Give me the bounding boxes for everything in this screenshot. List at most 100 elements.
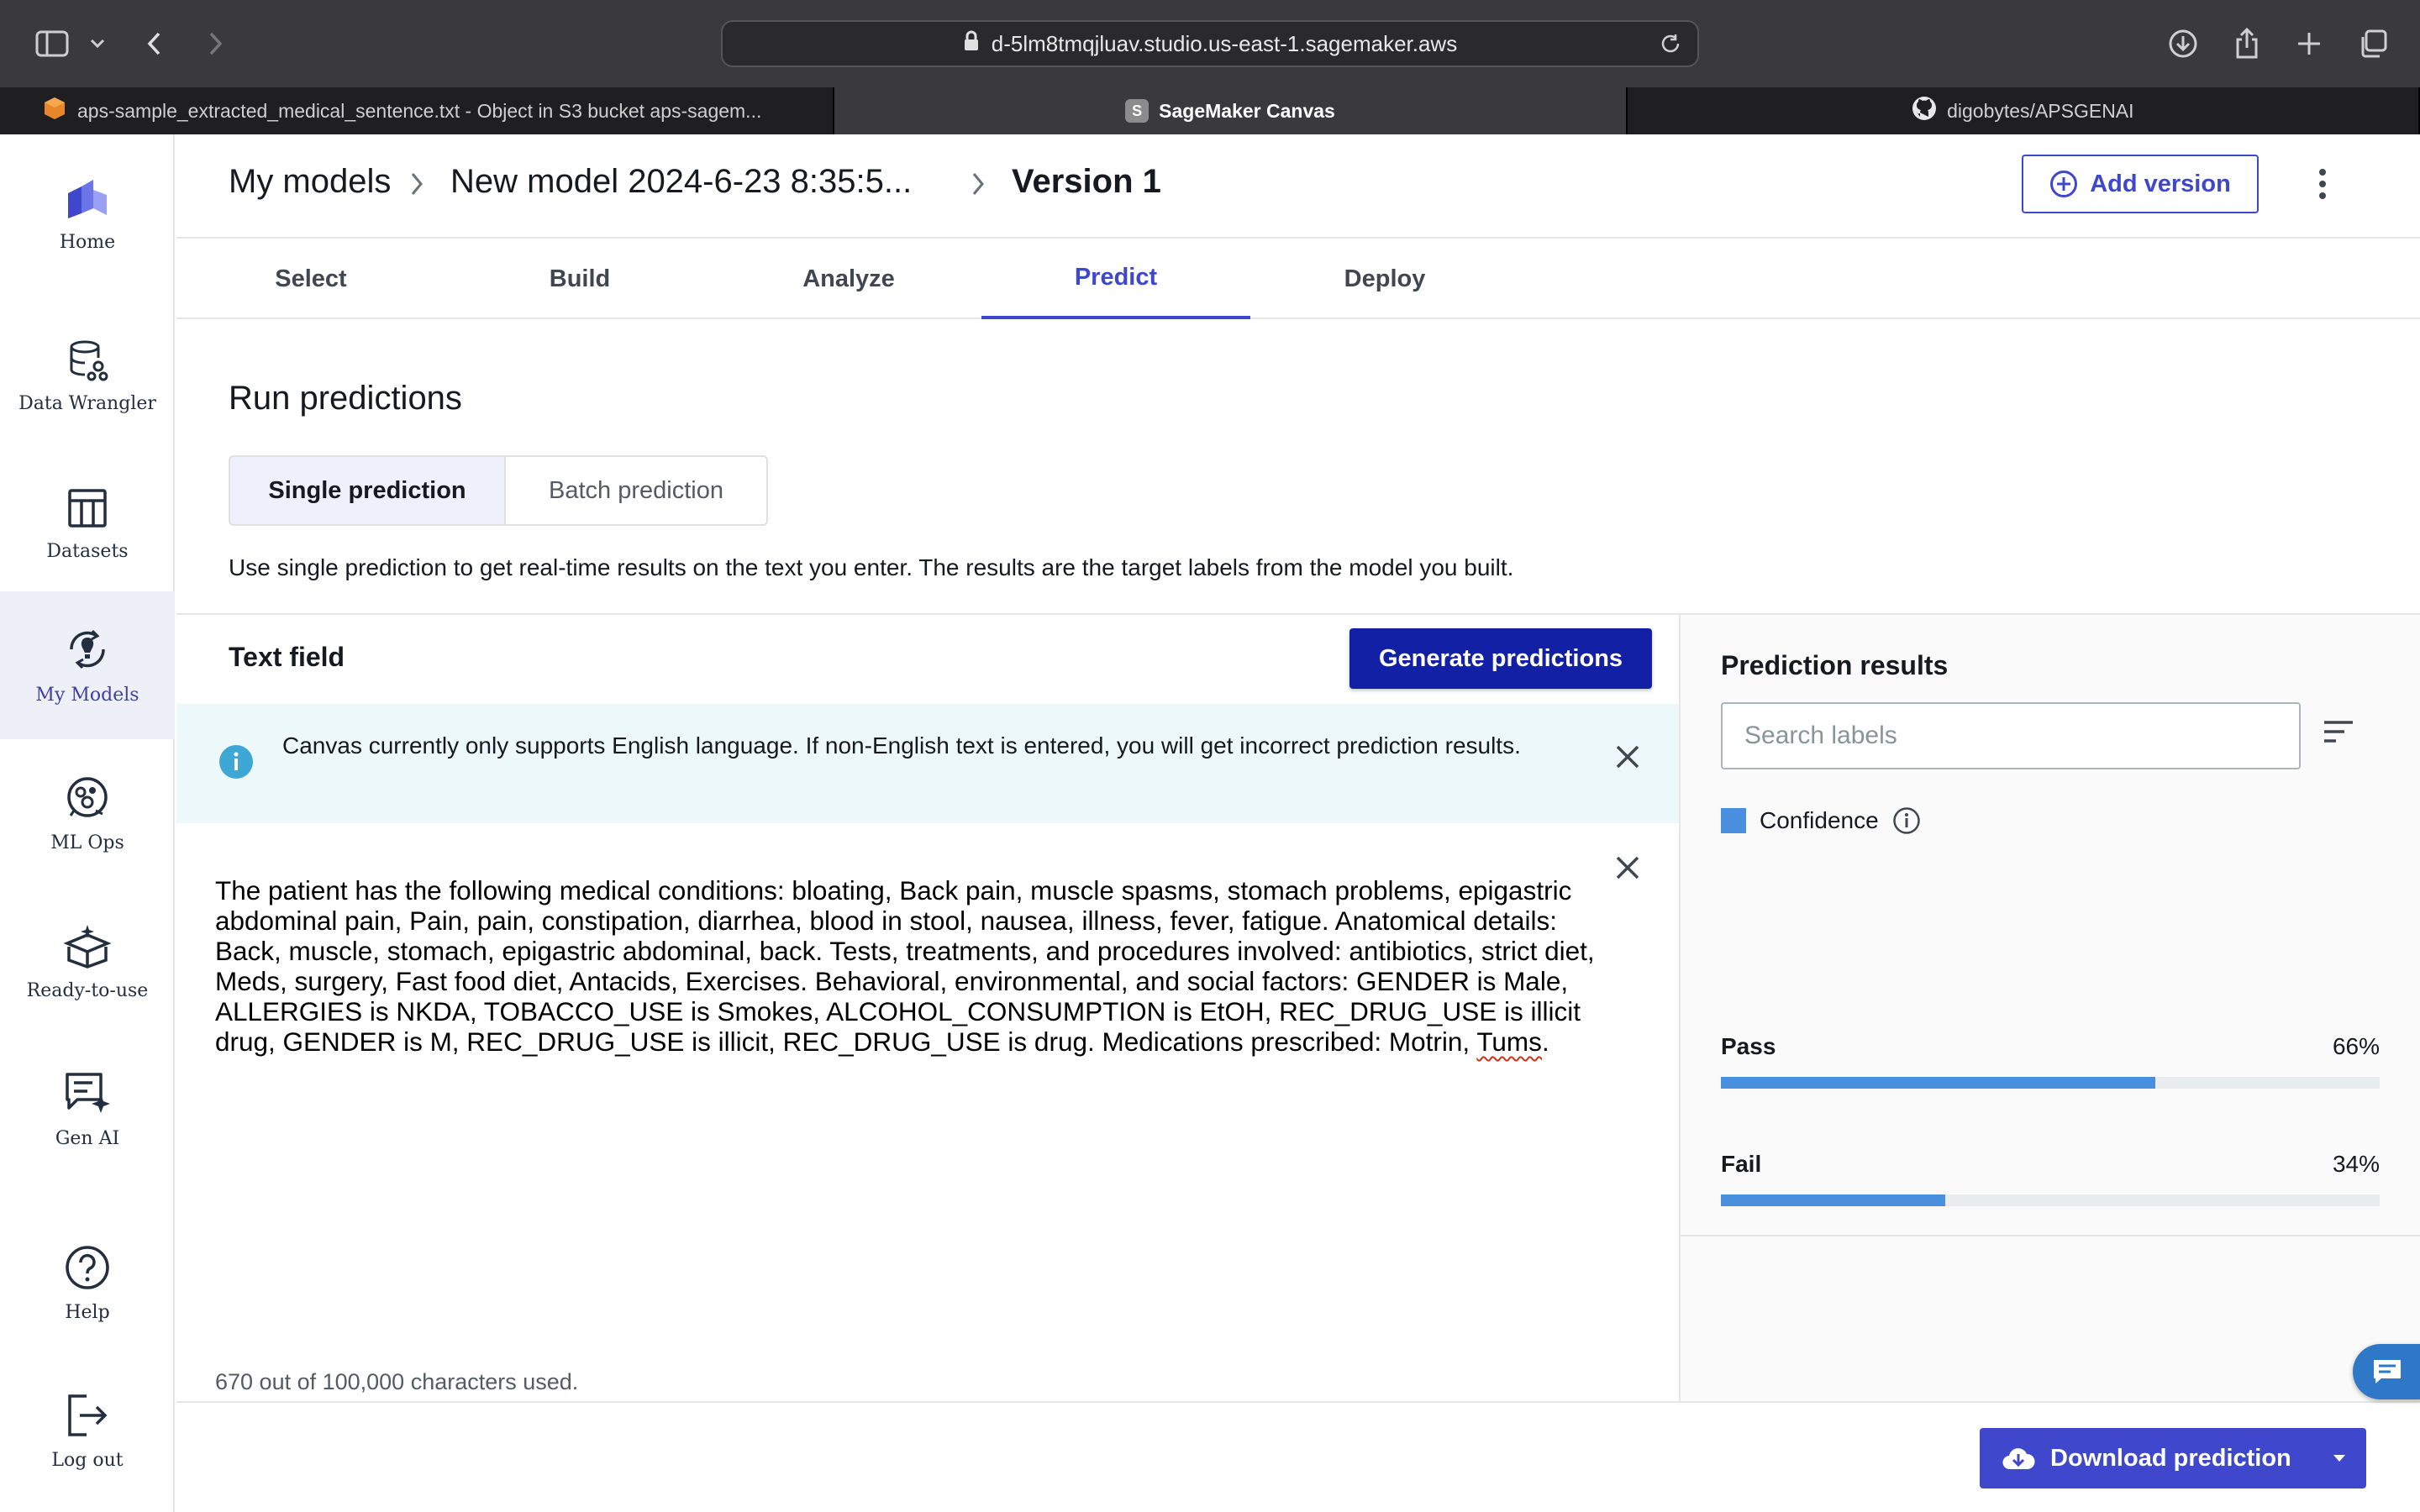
- nav-label: Ready-to-use: [26, 979, 149, 1001]
- sort-icon[interactable]: [2323, 719, 2354, 744]
- confidence-legend: Confidence: [1721, 806, 1921, 835]
- section-description: Use single prediction to get real-time r…: [229, 554, 1514, 580]
- caret-down-icon: [2333, 1455, 2345, 1462]
- chevron-right-icon: [972, 173, 984, 195]
- results-title: Prediction results: [1721, 650, 1949, 680]
- close-icon[interactable]: [1615, 744, 1640, 769]
- ml-ops-icon: [67, 776, 108, 817]
- tab-overview-icon[interactable]: [2353, 24, 2393, 64]
- feedback-chat-button[interactable]: [2353, 1344, 2420, 1399]
- new-tab-icon[interactable]: [2289, 24, 2329, 64]
- tab-deploy[interactable]: Deploy: [1250, 239, 1519, 319]
- result-percent: 34%: [2332, 1151, 2380, 1177]
- canvas-logo-icon: [68, 179, 107, 218]
- tab-select[interactable]: Select: [176, 239, 445, 319]
- reload-icon[interactable]: [1659, 32, 1682, 61]
- share-icon[interactable]: [2227, 24, 2267, 64]
- prediction-mode-toggle: Single prediction Batch prediction: [229, 455, 768, 526]
- legend-label: Confidence: [1760, 807, 1879, 833]
- text-content: The patient has the following medical co…: [215, 875, 1595, 1057]
- nav-log-out[interactable]: Log out: [0, 1357, 175, 1505]
- sidebar-toggle-icon[interactable]: [32, 24, 72, 64]
- tab-predict[interactable]: Predict: [981, 239, 1250, 319]
- nav-ready-to-use[interactable]: Ready-to-use: [0, 887, 175, 1035]
- nav-label: Log out: [51, 1449, 124, 1471]
- lock-icon: [963, 30, 980, 58]
- nav-label: Data Wrangler: [18, 392, 156, 414]
- batch-prediction-button[interactable]: Batch prediction: [506, 457, 766, 524]
- download-prediction-button[interactable]: Download prediction: [1980, 1428, 2366, 1488]
- divider: [176, 1401, 2420, 1403]
- browser-tab-github[interactable]: digobytes/APSGENAI: [1628, 87, 2420, 134]
- cloud-download-icon: [2002, 1448, 2035, 1470]
- page-header: My models New model 2024-6-23 8:35:5... …: [176, 134, 2420, 239]
- tab-build[interactable]: Build: [445, 239, 714, 319]
- breadcrumb-version: Version 1: [1012, 163, 1161, 200]
- tab-analyze[interactable]: Analyze: [714, 239, 983, 319]
- main-content: My models New model 2024-6-23 8:35:5... …: [176, 134, 2420, 1512]
- browser-tab-label: digobytes/APSGENAI: [1947, 99, 2134, 122]
- help-icon: [66, 1245, 109, 1289]
- gen-ai-icon: [66, 1072, 110, 1113]
- downloads-icon[interactable]: [2163, 24, 2203, 64]
- confidence-bar: [1721, 1077, 2156, 1089]
- datasets-icon: [68, 488, 107, 528]
- github-icon: [1912, 96, 1937, 126]
- plus-circle-icon: [2050, 171, 2078, 197]
- confidence-bar-track: [1721, 1194, 2380, 1206]
- breadcrumb-my-models[interactable]: My models: [229, 163, 391, 201]
- nav-label: Gen AI: [55, 1127, 120, 1149]
- browser-toolbar: d-5lm8tmqjluav.studio.us-east-1.sagemake…: [0, 0, 2420, 87]
- nav-label: Home: [59, 231, 116, 253]
- search-labels-input[interactable]: Search labels: [1721, 702, 2301, 769]
- nav-label: My Models: [35, 684, 139, 706]
- spellcheck-word: Tums: [1476, 1026, 1542, 1057]
- text-content-end: .: [1541, 1026, 1549, 1057]
- text-field-title: Text field: [229, 642, 345, 672]
- browser-tab-strip: aps-sample_extracted_medical_sentence.tx…: [0, 87, 2420, 134]
- divider: [1681, 1235, 2420, 1236]
- result-label: Pass: [1721, 1033, 1776, 1059]
- single-prediction-button[interactable]: Single prediction: [230, 457, 506, 524]
- my-models-icon: [70, 629, 105, 669]
- nav-ml-ops[interactable]: ML Ops: [0, 739, 175, 887]
- left-nav: Home Data Wrangler Datasets My Models ML…: [0, 134, 175, 1512]
- nav-data-wrangler[interactable]: Data Wrangler: [0, 302, 175, 450]
- browser-tab-s3[interactable]: aps-sample_extracted_medical_sentence.tx…: [0, 87, 835, 134]
- chat-icon: [2374, 1360, 2401, 1383]
- nav-datasets[interactable]: Datasets: [0, 450, 175, 598]
- info-icon: [219, 745, 253, 779]
- breadcrumb-model-name[interactable]: New model 2024-6-23 8:35:5...: [450, 163, 912, 201]
- add-version-button[interactable]: Add version: [2022, 155, 2259, 213]
- search-placeholder: Search labels: [1744, 722, 1897, 749]
- text-input-area[interactable]: The patient has the following medical co…: [215, 875, 1627, 1057]
- nav-label: Help: [65, 1301, 110, 1323]
- info-outline-icon[interactable]: [1892, 806, 1921, 835]
- data-wrangler-icon: [70, 340, 108, 381]
- nav-my-models[interactable]: My Models: [0, 591, 175, 739]
- browser-tab-label: aps-sample_extracted_medical_sentence.tx…: [77, 99, 762, 122]
- info-message: Canvas currently only supports English l…: [282, 732, 1521, 759]
- forward-icon[interactable]: [195, 24, 235, 64]
- url-text: d-5lm8tmqjluav.studio.us-east-1.sagemake…: [991, 30, 1458, 56]
- generate-predictions-button[interactable]: Generate predictions: [1349, 628, 1652, 689]
- confidence-bar: [1721, 1194, 1945, 1206]
- nav-label: ML Ops: [50, 832, 124, 853]
- nav-home[interactable]: Home: [0, 141, 175, 289]
- browser-tab-canvas[interactable]: S SageMaker Canvas: [834, 87, 1628, 134]
- download-options-dropdown[interactable]: [2312, 1428, 2366, 1488]
- nav-help[interactable]: Help: [0, 1210, 175, 1357]
- prediction-results-panel: Prediction results Search labels Confide…: [1681, 615, 2420, 1401]
- info-banner: Canvas currently only supports English l…: [176, 704, 1679, 823]
- chevron-down-icon[interactable]: [77, 24, 118, 64]
- add-version-label: Add version: [2090, 170, 2231, 197]
- address-bar[interactable]: d-5lm8tmqjluav.studio.us-east-1.sagemake…: [721, 20, 1699, 67]
- sagemaker-tab-icon: S: [1125, 99, 1150, 123]
- confidence-bar-track: [1721, 1077, 2380, 1089]
- browser-tab-label: SageMaker Canvas: [1159, 99, 1335, 122]
- ready-to-use-icon: [63, 924, 112, 969]
- more-options-icon[interactable]: [2317, 168, 2328, 200]
- legend-swatch: [1721, 808, 1746, 833]
- nav-gen-ai[interactable]: Gen AI: [0, 1035, 175, 1183]
- back-icon[interactable]: [134, 24, 175, 64]
